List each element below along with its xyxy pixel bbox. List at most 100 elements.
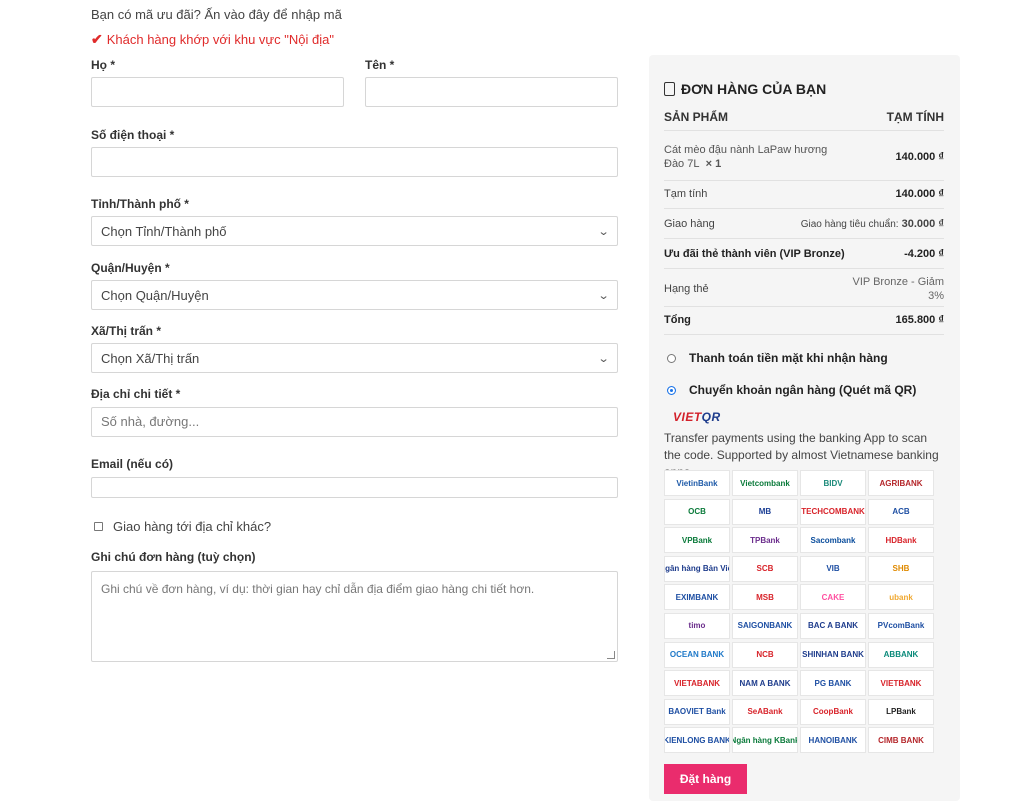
- bank-logo: SCB: [732, 555, 798, 582]
- divider: [664, 334, 944, 335]
- ship-other-label: Giao hàng tới địa chỉ khác?: [113, 519, 272, 534]
- address-label: Địa chỉ chi tiết *: [91, 387, 181, 401]
- bank-logo: SAIGONBANK: [732, 612, 798, 639]
- bank-logo: KIENLONG BANK: [664, 727, 730, 754]
- bank-label: Chuyển khoản ngân hàng (Quét mã QR): [689, 383, 917, 397]
- discount-row: Ưu đãi thẻ thành viên (VIP Bronze) -4.20…: [664, 248, 944, 260]
- notes-placeholder: Ghi chú về đơn hàng, ví dụ: thời gian ha…: [101, 582, 535, 596]
- discount-label: Ưu đãi thẻ thành viên (VIP Bronze): [664, 248, 845, 260]
- bank-logo: Ngân hàng Bản Việt: [664, 555, 730, 582]
- region-notice-text: Khách hàng khớp với khu vực "Nội địa": [106, 32, 334, 47]
- subtotal-value: 140.000 ₫: [895, 188, 944, 200]
- notes-textarea[interactable]: Ghi chú về đơn hàng, ví dụ: thời gian ha…: [91, 571, 618, 662]
- city-select-value: Chọn Tỉnh/Thành phố: [101, 223, 227, 239]
- check-icon: ✔: [91, 31, 103, 47]
- subtotal-label: Tạm tính: [664, 188, 708, 200]
- bank-logo: CAKE: [800, 584, 866, 611]
- bank-logo: Sacombank: [800, 527, 866, 554]
- phone-label: Số điện thoại *: [91, 128, 175, 142]
- bank-logo: MSB: [732, 584, 798, 611]
- bank-logo: SHINHAN BANK: [800, 641, 866, 668]
- table-row: Cát mèo đậu nành LaPaw hương Đào 7L × 1 …: [664, 142, 944, 172]
- first-name-input[interactable]: [365, 77, 618, 107]
- bank-logo: NAM A BANK: [732, 670, 798, 697]
- bank-logo: Vietcombank: [732, 470, 798, 496]
- bank-logo: BIDV: [800, 470, 866, 496]
- shipping-label: Giao hàng: [664, 218, 715, 230]
- ship-other-checkbox[interactable]: Giao hàng tới địa chỉ khác?: [94, 519, 271, 534]
- bank-logo: BAOVIET Bank: [664, 698, 730, 725]
- place-order-button[interactable]: Đặt hàng: [664, 764, 747, 794]
- divider: [664, 180, 944, 181]
- bank-logo: CIMB BANK: [868, 727, 934, 754]
- bank-logo: PG BANK: [800, 670, 866, 697]
- bank-logo: Ngân hàng KBank: [732, 727, 798, 754]
- tier-row: Hạng thẻ VIP Bronze - Giảm 3%: [664, 274, 944, 304]
- bank-logo: VIETABANK: [664, 670, 730, 697]
- bank-logo: PVcomBank: [868, 612, 934, 639]
- vietqr-logo: VIETQR: [673, 410, 721, 424]
- total-row: Tổng 165.800 ₫: [664, 314, 944, 326]
- bank-logo: timo: [664, 612, 730, 639]
- bank-logo: HANOIBANK: [800, 727, 866, 754]
- bank-logo: AGRIBANK: [868, 470, 934, 496]
- order-title: ĐƠN HÀNG CỦA BẠN: [664, 81, 826, 97]
- discount-value: -4.200 ₫: [904, 248, 944, 260]
- divider: [664, 238, 944, 239]
- radio-button[interactable]: [667, 385, 676, 395]
- resize-handle-icon[interactable]: [607, 651, 615, 659]
- receipt-icon: [664, 82, 675, 96]
- bank-logo: LPBank: [868, 698, 934, 725]
- cod-label: Thanh toán tiền mặt khi nhận hàng: [689, 351, 888, 365]
- divider: [664, 306, 944, 307]
- bank-logo: ubank: [868, 584, 934, 611]
- notes-label: Ghi chú đơn hàng (tuỳ chọn): [91, 550, 256, 564]
- vietqr-logo-qr: QR: [701, 410, 721, 424]
- first-name-label: Tên *: [365, 58, 395, 72]
- product-qty: × 1: [705, 158, 722, 170]
- city-select[interactable]: Chọn Tỉnh/Thành phố ⌄: [91, 216, 618, 246]
- payment-bank-option[interactable]: Chuyển khoản ngân hàng (Quét mã QR): [667, 383, 916, 397]
- ward-label: Xã/Thị trấn *: [91, 324, 162, 338]
- address-input[interactable]: Số nhà, đường...: [91, 407, 618, 437]
- email-input[interactable]: [91, 477, 618, 498]
- bank-logo: TPBank: [732, 527, 798, 554]
- chevron-down-icon: ⌄: [597, 289, 610, 302]
- divider: [664, 130, 944, 131]
- region-notice: ✔ Khách hàng khớp với khu vực "Nội địa": [91, 31, 334, 48]
- bank-logo: TECHCOMBANK: [800, 498, 866, 525]
- shipping-method: Giao hàng tiêu chuẩn:: [800, 219, 899, 230]
- ward-select[interactable]: Chọn Xã/Thị trấn ⌄: [91, 343, 618, 373]
- bank-logo: CoopBank: [800, 698, 866, 725]
- city-label: Tỉnh/Thành phố *: [91, 197, 189, 211]
- divider: [664, 268, 944, 269]
- coupon-link[interactable]: Bạn có mã ưu đãi? Ấn vào đây để nhập mã: [91, 7, 342, 22]
- bank-logo: VPBank: [664, 527, 730, 554]
- payment-cod-option[interactable]: Thanh toán tiền mặt khi nhận hàng: [667, 351, 888, 365]
- radio-button[interactable]: [667, 353, 676, 363]
- email-label: Email (nếu có): [91, 457, 174, 471]
- chevron-down-icon: ⌄: [597, 225, 610, 238]
- total-label: Tổng: [664, 314, 691, 326]
- last-name-input[interactable]: [91, 77, 344, 107]
- bank-logo: OCB: [664, 498, 730, 525]
- bank-logo: NCB: [732, 641, 798, 668]
- bank-logo: VIB: [800, 555, 866, 582]
- vietqr-logo-viet: VIET: [673, 410, 702, 424]
- product-price: 140.000 ₫: [895, 151, 944, 163]
- district-label: Quận/Huyện *: [91, 261, 170, 275]
- district-select[interactable]: Chọn Quận/Huyện ⌄: [91, 280, 618, 310]
- bank-logo: ACB: [868, 498, 934, 525]
- product-name: Cát mèo đậu nành LaPaw hương Đào 7L: [664, 144, 828, 170]
- ward-select-value: Chọn Xã/Thị trấn: [101, 350, 200, 366]
- order-table-header: SẢN PHẨM TẠM TÍNH: [664, 110, 944, 124]
- shipping-row: Giao hàng Giao hàng tiêu chuẩn: 30.000 ₫: [664, 218, 944, 230]
- bank-logo: SeABank: [732, 698, 798, 725]
- bank-logo: BAC A BANK: [800, 612, 866, 639]
- bank-logo: VIETBANK: [868, 670, 934, 697]
- checkbox-box[interactable]: [94, 522, 103, 531]
- bank-logo: VietinBank: [664, 470, 730, 496]
- district-select-value: Chọn Quận/Huyện: [101, 287, 209, 303]
- product-name-cell: Cát mèo đậu nành LaPaw hương Đào 7L × 1: [664, 143, 839, 171]
- phone-input[interactable]: [91, 147, 618, 177]
